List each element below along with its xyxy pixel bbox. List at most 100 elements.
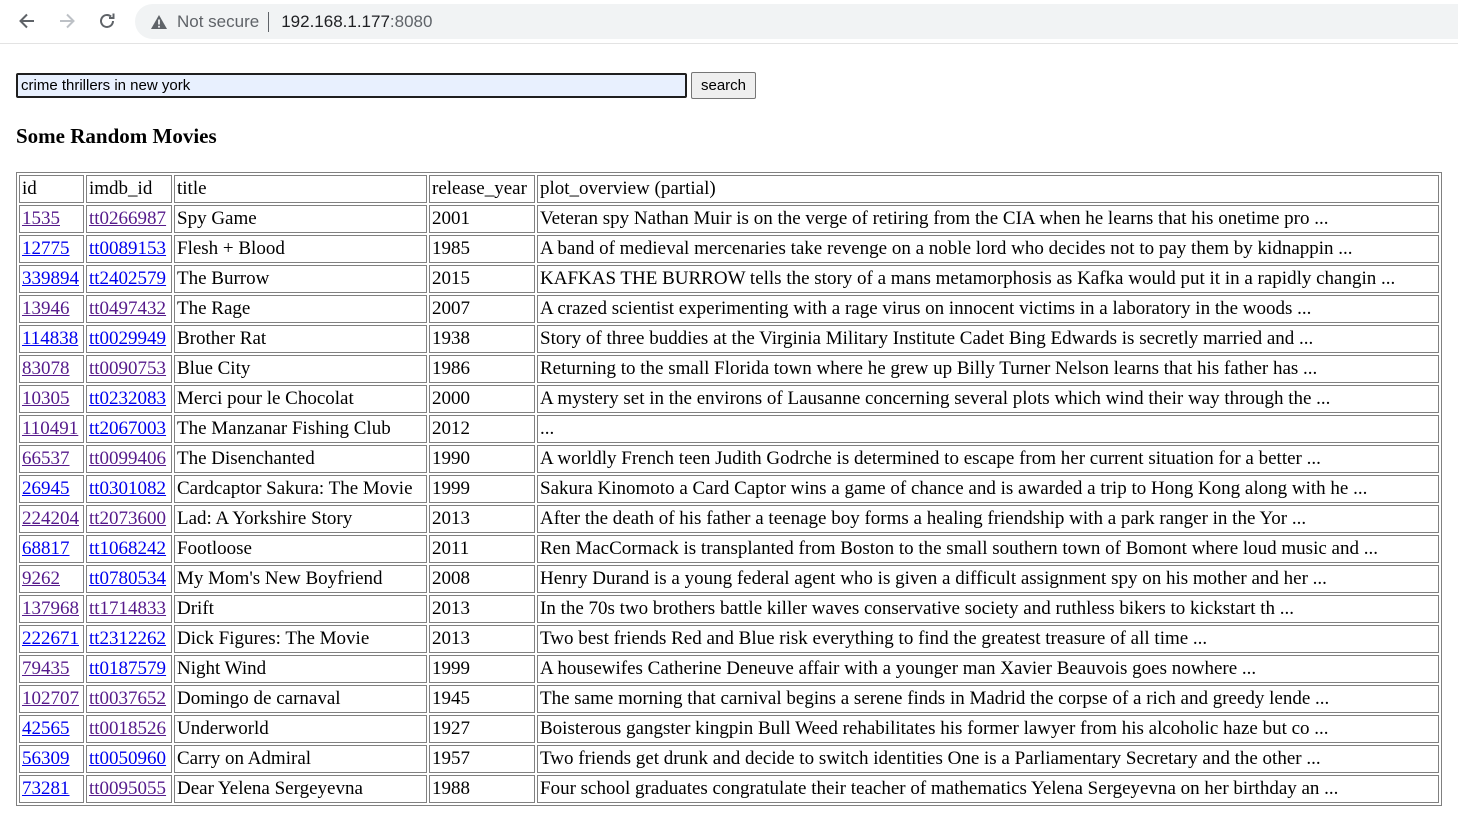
cell-id: 79435 — [19, 655, 84, 683]
cell-plot-overview: Story of three buddies at the Virginia M… — [537, 325, 1439, 353]
table-row: 26945 tt0301082 Cardcaptor Sakura: The Mov… — [19, 475, 1439, 503]
warning-triangle-icon[interactable] — [150, 13, 168, 31]
cell-plot-overview: A mystery set in the environs of Lausann… — [537, 385, 1439, 413]
imdb-id-link[interactable]: tt0095055 — [89, 778, 166, 799]
cell-release-year: 1999 — [429, 475, 535, 503]
cell-title: Footloose — [174, 535, 427, 563]
movie-id-link[interactable]: 114838 — [22, 328, 78, 349]
table-body: 1535 tt0266987 Spy Game 2001 Veteran spy Nat… — [19, 205, 1439, 803]
cell-imdb-id: tt0037652 — [86, 685, 172, 713]
movie-id-link[interactable]: 224204 — [22, 508, 79, 529]
back-arrow-icon[interactable] — [14, 7, 40, 35]
movie-id-link[interactable]: 66537 — [22, 448, 70, 469]
movie-id-link[interactable]: 68817 — [22, 538, 70, 559]
imdb-id-link[interactable]: tt0089153 — [89, 238, 166, 259]
imdb-id-link[interactable]: tt0232083 — [89, 388, 166, 409]
cell-id: 42565 — [19, 715, 84, 743]
movie-id-link[interactable]: 9262 — [22, 568, 60, 589]
cell-title: Dear Yelena Sergeyevna — [174, 775, 427, 803]
cell-release-year: 1938 — [429, 325, 535, 353]
movie-id-link[interactable]: 10305 — [22, 388, 70, 409]
cell-plot-overview: Two best friends Red and Blue risk every… — [537, 625, 1439, 653]
cell-release-year: 2013 — [429, 625, 535, 653]
security-status-label[interactable]: Not secure — [177, 12, 259, 32]
cell-title: Drift — [174, 595, 427, 623]
imdb-id-link[interactable]: tt0050960 — [89, 748, 166, 769]
imdb-id-link[interactable]: tt0090753 — [89, 358, 166, 379]
cell-id: 102707 — [19, 685, 84, 713]
cell-release-year: 2011 — [429, 535, 535, 563]
imdb-id-link[interactable]: tt2402579 — [89, 268, 166, 289]
table-row: 137968 tt1714833 Drift 2013 In the 70s two b… — [19, 595, 1439, 623]
imdb-id-link[interactable]: tt0099406 — [89, 448, 166, 469]
cell-imdb-id: tt0018526 — [86, 715, 172, 743]
cell-imdb-id: tt0301082 — [86, 475, 172, 503]
search-button[interactable]: search — [691, 72, 757, 99]
cell-imdb-id: tt0497432 — [86, 295, 172, 323]
imdb-id-link[interactable]: tt2312262 — [89, 628, 166, 649]
url-port[interactable]: :8080 — [390, 12, 433, 32]
cell-release-year: 2008 — [429, 565, 535, 593]
cell-release-year: 2007 — [429, 295, 535, 323]
movie-id-link[interactable]: 102707 — [22, 688, 79, 709]
movie-id-link[interactable]: 42565 — [22, 718, 70, 739]
cell-id: 137968 — [19, 595, 84, 623]
table-row: 13946 tt0497432 The Rage 2007 A crazed scien… — [19, 295, 1439, 323]
movies-table: id imdb_id title release_year plot_overv… — [16, 172, 1442, 806]
movie-id-link[interactable]: 26945 — [22, 478, 70, 499]
cell-imdb-id: tt0187579 — [86, 655, 172, 683]
imdb-id-link[interactable]: tt0037652 — [89, 688, 166, 709]
movie-id-link[interactable]: 222671 — [22, 628, 79, 649]
cell-title: Carry on Admiral — [174, 745, 427, 773]
cell-plot-overview: Two friends get drunk and decide to swit… — [537, 745, 1439, 773]
movie-id-link[interactable]: 83078 — [22, 358, 70, 379]
reload-icon[interactable] — [94, 7, 120, 35]
cell-id: 68817 — [19, 535, 84, 563]
forward-arrow-icon[interactable] — [54, 7, 80, 35]
movie-id-link[interactable]: 12775 — [22, 238, 70, 259]
cell-title: Dick Figures: The Movie — [174, 625, 427, 653]
table-header-row: id imdb_id title release_year plot_overv… — [19, 175, 1439, 203]
column-header-release-year: release_year — [429, 175, 535, 203]
cell-plot-overview: In the 70s two brothers battle killer wa… — [537, 595, 1439, 623]
movie-id-link[interactable]: 79435 — [22, 658, 70, 679]
cell-imdb-id: tt0266987 — [86, 205, 172, 233]
page-content: search Some Random Movies id imdb_id tit… — [0, 44, 1458, 816]
table-row: 56309 tt0050960 Carry on Admiral 1957 Two fr… — [19, 745, 1439, 773]
column-header-title: title — [174, 175, 427, 203]
imdb-id-link[interactable]: tt2067003 — [89, 418, 166, 439]
cell-plot-overview: Ren MacCormack is transplanted from Bost… — [537, 535, 1439, 563]
search-input[interactable] — [16, 73, 687, 98]
cell-id: 110491 — [19, 415, 84, 443]
movie-id-link[interactable]: 339894 — [22, 268, 79, 289]
imdb-id-link[interactable]: tt0029949 — [89, 328, 166, 349]
movie-id-link[interactable]: 73281 — [22, 778, 70, 799]
movie-id-link[interactable]: 1535 — [22, 208, 60, 229]
imdb-id-link[interactable]: tt0018526 — [89, 718, 166, 739]
cell-imdb-id: tt0232083 — [86, 385, 172, 413]
imdb-id-link[interactable]: tt0266987 — [89, 208, 166, 229]
cell-id: 9262 — [19, 565, 84, 593]
table-row: 79435 tt0187579 Night Wind 1999 A housewifes… — [19, 655, 1439, 683]
imdb-id-link[interactable]: tt2073600 — [89, 508, 166, 529]
imdb-id-link[interactable]: tt0301082 — [89, 478, 166, 499]
imdb-id-link[interactable]: tt1714833 — [89, 598, 166, 619]
cell-imdb-id: tt0780534 — [86, 565, 172, 593]
movie-id-link[interactable]: 13946 — [22, 298, 70, 319]
movie-id-link[interactable]: 110491 — [22, 418, 78, 439]
imdb-id-link[interactable]: tt0497432 — [89, 298, 166, 319]
imdb-id-link[interactable]: tt0780534 — [89, 568, 166, 589]
cell-id: 222671 — [19, 625, 84, 653]
imdb-id-link[interactable]: tt0187579 — [89, 658, 166, 679]
cell-title: My Mom's New Boyfriend — [174, 565, 427, 593]
cell-title: Flesh + Blood — [174, 235, 427, 263]
cell-id: 224204 — [19, 505, 84, 533]
cell-plot-overview: ... — [537, 415, 1439, 443]
imdb-id-link[interactable]: tt1068242 — [89, 538, 166, 559]
url-host[interactable]: 192.168.1.177 — [281, 12, 390, 32]
cell-title: Domingo de carnaval — [174, 685, 427, 713]
movie-id-link[interactable]: 56309 — [22, 748, 70, 769]
movie-id-link[interactable]: 137968 — [22, 598, 79, 619]
cell-title: Spy Game — [174, 205, 427, 233]
address-bar[interactable]: Not secure 192.168.1.177:8080 — [135, 4, 1458, 39]
